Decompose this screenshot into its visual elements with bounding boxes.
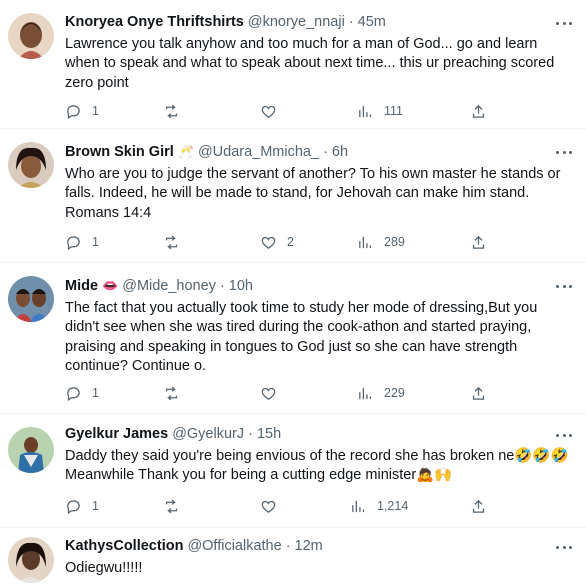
more-icon[interactable] — [556, 433, 572, 437]
author-handle[interactable]: @Officialkathe — [187, 537, 281, 556]
more-icon[interactable] — [556, 545, 572, 549]
views-icon — [359, 105, 372, 117]
reply-button[interactable]: 1 — [65, 497, 99, 515]
reply-icon — [67, 235, 80, 250]
retweet-icon — [165, 104, 178, 118]
share-button[interactable] — [470, 384, 487, 402]
avatar[interactable] — [8, 537, 54, 583]
reply-button[interactable]: 1 — [65, 102, 99, 120]
reply-count: 1 — [92, 386, 99, 400]
tweet-text: Odiegwu!!!!! — [65, 560, 143, 576]
heart-icon — [261, 236, 276, 249]
tweet-text: Daddy they said you're being envious of … — [65, 448, 569, 484]
reply-icon — [67, 386, 80, 401]
like-button[interactable] — [260, 497, 287, 515]
author-name[interactable]: Gyelkur James — [65, 425, 168, 444]
heart-icon — [261, 387, 276, 400]
view-count: 1,214 — [377, 499, 409, 513]
view-count: 289 — [384, 235, 405, 249]
views-icon — [359, 387, 372, 399]
reply-feed: Knoryea Onye Thriftshirts @knorye_nnaji … — [0, 0, 586, 586]
tweet-text: Lawrence you talk anyhow and too much fo… — [65, 36, 555, 91]
author-name[interactable]: KathysCollection — [65, 537, 183, 556]
separator: · — [323, 144, 328, 160]
more-icon[interactable] — [556, 21, 572, 25]
share-icon — [472, 104, 485, 118]
name-emoji: 👄 — [102, 278, 119, 293]
tweet[interactable]: Knoryea Onye Thriftshirts @knorye_nnaji … — [0, 0, 586, 129]
timestamp[interactable]: 45m — [358, 13, 386, 32]
share-icon — [472, 235, 485, 249]
timestamp[interactable]: 6h — [332, 143, 348, 162]
separator: · — [219, 278, 225, 294]
author-handle[interactable]: @knorye_nnaji — [248, 13, 345, 32]
heart-icon — [261, 500, 276, 513]
more-icon[interactable] — [556, 150, 572, 154]
retweet-icon — [165, 499, 178, 513]
retweet-button[interactable] — [163, 384, 190, 402]
retweet-icon — [165, 235, 178, 249]
views-button[interactable]: 229 — [357, 384, 405, 402]
tweet[interactable]: Brown Skin Girl 🥂 @Udara_Mmicha_ · 6h Wh… — [0, 129, 586, 263]
reply-button[interactable]: 1 — [65, 233, 99, 251]
timestamp[interactable]: 10h — [229, 277, 253, 296]
views-button[interactable]: 111 — [357, 102, 403, 120]
author-handle[interactable]: @Mide_honey — [122, 277, 216, 296]
author-name[interactable]: Brown Skin Girl — [65, 143, 174, 162]
reply-count: 1 — [92, 235, 99, 249]
retweet-button[interactable] — [163, 102, 190, 120]
like-button[interactable]: 2 — [260, 233, 294, 251]
share-icon — [472, 386, 485, 400]
tweet-text: The fact that you actually took time to … — [65, 300, 538, 375]
retweet-button[interactable] — [163, 233, 190, 251]
reply-count: 1 — [92, 499, 99, 513]
heart-icon — [261, 105, 276, 118]
views-icon — [352, 500, 365, 512]
tweet-text: Who are you to judge the servant of anot… — [65, 166, 561, 221]
reply-icon — [67, 104, 80, 119]
views-icon — [359, 236, 372, 248]
timestamp[interactable]: 15h — [257, 425, 281, 444]
author-name[interactable]: Mide — [65, 277, 98, 296]
tweet[interactable]: KathysCollection @Officialkathe · 12m Od… — [0, 528, 586, 586]
avatar[interactable] — [8, 13, 54, 59]
reply-count: 1 — [92, 104, 99, 118]
retweet-button[interactable] — [163, 497, 190, 515]
tweet[interactable]: Gyelkur James @GyelkurJ · 15h Daddy they… — [0, 414, 586, 528]
share-button[interactable] — [470, 233, 487, 251]
like-button[interactable] — [260, 384, 287, 402]
avatar[interactable] — [8, 142, 54, 188]
avatar[interactable] — [8, 427, 54, 473]
view-count: 229 — [384, 386, 405, 400]
timestamp[interactable]: 12m — [295, 537, 323, 556]
reply-button[interactable]: 1 — [65, 384, 99, 402]
reply-icon — [67, 499, 80, 514]
views-button[interactable]: 289 — [357, 233, 405, 251]
more-icon[interactable] — [556, 284, 572, 288]
author-name[interactable]: Knoryea Onye Thriftshirts — [65, 13, 244, 32]
avatar[interactable] — [8, 276, 54, 322]
author-handle[interactable]: @Udara_Mmicha_ — [198, 143, 319, 162]
view-count: 111 — [384, 104, 404, 118]
like-button[interactable] — [260, 102, 287, 120]
retweet-icon — [165, 386, 178, 400]
separator: · — [285, 538, 291, 554]
like-count: 2 — [287, 235, 294, 249]
separator: · — [348, 14, 354, 30]
views-button[interactable]: 1,214 — [350, 497, 408, 515]
share-button[interactable] — [470, 497, 487, 515]
tweet[interactable]: Mide 👄 @Mide_honey · 10h The fact that y… — [0, 263, 586, 414]
separator: · — [248, 426, 253, 442]
author-handle[interactable]: @GyelkurJ — [172, 425, 244, 444]
share-icon — [472, 499, 485, 513]
share-button[interactable] — [470, 102, 487, 120]
name-emoji: 🥂 — [177, 144, 194, 159]
